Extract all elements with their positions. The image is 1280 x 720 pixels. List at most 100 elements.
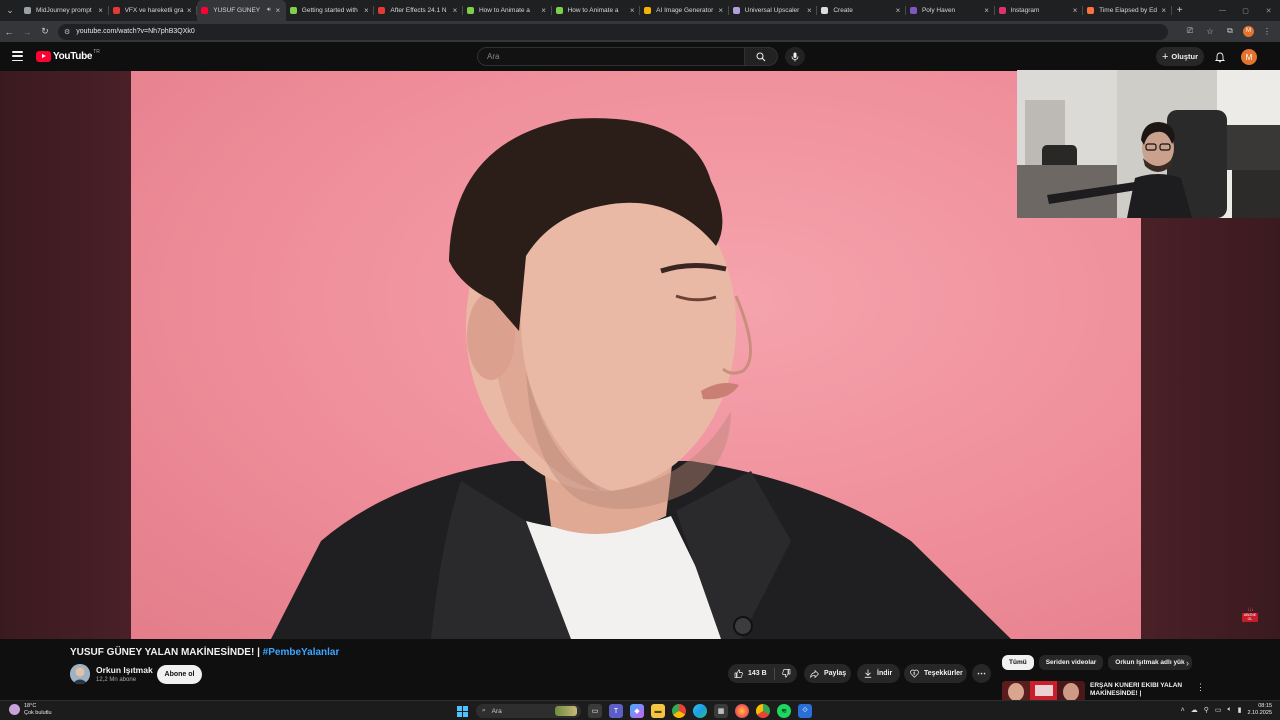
tab-close-icon[interactable]: × (894, 6, 902, 15)
taskbar-search-placeholder: Ara (491, 707, 502, 715)
browser-menu-icon[interactable]: ⋮ (1260, 23, 1274, 39)
video-title: YUSUF GÜNEY YALAN MAKİNESİNDE! | #PembeY… (70, 647, 339, 658)
search-input[interactable]: Ara (477, 47, 745, 66)
tab-close-icon[interactable]: × (362, 6, 370, 15)
tray-overflow-icon[interactable]: ˄ (1181, 707, 1185, 714)
tab-close-icon[interactable]: × (717, 6, 725, 15)
profile-avatar[interactable]: M (1243, 25, 1254, 37)
tab-close-icon[interactable]: × (274, 6, 282, 15)
spotify-icon[interactable]: ≋ (777, 704, 791, 718)
related-filter-chips: Tümü Seriden videolar Orkun Işıtmak adlı y… (1002, 655, 1192, 670)
filter-chip[interactable]: Seriden videolar (1038, 655, 1104, 670)
bookmark-star-icon[interactable]: ☆ (1203, 23, 1217, 39)
search-highlight-image (555, 706, 577, 716)
subscribe-button[interactable]: Abone ol (157, 665, 202, 684)
youtube-logo[interactable]: YouTube TR (36, 49, 100, 62)
chevron-right-icon[interactable]: › (1186, 658, 1189, 668)
weather-widget[interactable]: 18°C Çok bulutlu (9, 703, 52, 716)
browser-tab[interactable]: YUSUF GÜNEY 🔊︎ × (197, 0, 286, 21)
tab-title: Create (833, 7, 853, 14)
channel-avatar[interactable] (70, 664, 90, 684)
tab-close-icon[interactable]: × (97, 6, 105, 15)
tab-close-icon[interactable]: × (805, 6, 813, 15)
notifications-bell-icon[interactable] (1213, 50, 1227, 64)
browser-tab[interactable]: Poly Haven × (906, 0, 995, 21)
download-button[interactable]: İndir (857, 664, 900, 683)
volume-icon[interactable]: 🔈︎ (1227, 706, 1231, 714)
more-actions-button[interactable]: ⋯ (972, 664, 991, 683)
ambient-left (0, 71, 131, 639)
battery-icon[interactable]: ▮ (1238, 706, 1242, 714)
tab-search-chevron-icon[interactable]: ⌄ (0, 0, 20, 21)
browser-tab[interactable]: How to Animate a × (552, 0, 641, 21)
guide-menu-icon[interactable] (12, 51, 23, 61)
browser-tab[interactable]: AI Image Generator × (640, 0, 729, 21)
create-label: Oluştur (1171, 52, 1199, 61)
subscribe-watermark[interactable]: ↓↓↓ ABONE OL (1240, 607, 1260, 627)
browser-tab[interactable]: Instagram × (995, 0, 1084, 21)
new-tab-button[interactable]: + (1172, 5, 1188, 16)
tab-close-icon[interactable]: × (1071, 6, 1079, 15)
browser-tab[interactable]: VFX ve hareketli gra × (109, 0, 198, 21)
share-button[interactable]: Paylaş (804, 664, 851, 683)
extensions-icon[interactable]: ⧉ (1223, 23, 1237, 39)
tab-close-icon[interactable]: × (185, 6, 193, 15)
close-window-icon[interactable]: ✕ (1257, 0, 1280, 21)
firefox-icon[interactable] (735, 704, 749, 718)
browser-tab[interactable]: Getting started with × (286, 0, 375, 21)
recommended-thumbnail[interactable] (1002, 681, 1085, 700)
copilot-icon[interactable]: ◆ (630, 704, 644, 718)
monitor-icon[interactable]: ▭ (1215, 706, 1222, 714)
thumbs-up-icon (734, 669, 743, 678)
vpn-app-icon[interactable]: ⟐ (798, 704, 812, 718)
browser-tab[interactable]: Create × (817, 0, 906, 21)
reload-icon[interactable]: ↻ (36, 21, 54, 42)
create-button[interactable]: + Oluştur (1156, 47, 1204, 66)
tab-close-icon[interactable]: × (628, 6, 636, 15)
address-bar[interactable]: ⚙ youtube.com/watch?v=Nh7phB3QXk0 (58, 23, 1168, 40)
dislike-button[interactable] (775, 669, 797, 678)
chrome-icon[interactable] (672, 704, 686, 718)
like-button[interactable]: 143 B (728, 667, 775, 680)
thanks-button[interactable]: $ Teşekkürler (904, 664, 967, 683)
forward-icon[interactable]: → (18, 21, 36, 42)
chrome-canary-icon[interactable] (756, 704, 770, 718)
edge-icon[interactable] (693, 704, 707, 718)
file-explorer-icon[interactable]: ▬ (651, 704, 665, 718)
like-count: 143 B (748, 670, 767, 677)
minimize-icon[interactable]: — (1211, 0, 1234, 21)
filter-chip[interactable]: Tümü (1002, 655, 1034, 670)
onedrive-icon[interactable]: ☁ (1191, 706, 1198, 714)
tab-audio-icon[interactable]: 🔊︎ (267, 7, 271, 14)
recommended-title[interactable]: ERŞAN KUNERİ EKİBİ YALAN MAKİNESİNDE! | (1090, 682, 1186, 700)
browser-tab[interactable]: After Effects 24.1 N × (374, 0, 463, 21)
browser-tab[interactable]: MidJourney prompt × (20, 0, 109, 21)
account-avatar[interactable]: M (1241, 49, 1257, 65)
back-icon[interactable]: ← (0, 21, 18, 42)
browser-tab[interactable]: Time Elapsed by Ed × (1083, 0, 1172, 21)
task-view-icon[interactable]: ▭ (588, 704, 602, 718)
video-frame[interactable] (131, 71, 1141, 639)
tab-close-icon[interactable]: × (983, 6, 991, 15)
clock[interactable]: 08:15 2.10.2025 (1248, 703, 1272, 717)
channel-name[interactable]: Orkun Işıtmak (96, 665, 153, 675)
browser-tab[interactable]: Universal Upscaler × (729, 0, 818, 21)
calculator-icon[interactable]: ▦ (714, 704, 728, 718)
voice-search-button[interactable] (785, 47, 805, 66)
taskbar-search[interactable]: ⌕ Ara (476, 704, 581, 718)
hashtag-link[interactable]: #PembeYalanlar (263, 647, 340, 658)
search-button[interactable] (745, 47, 778, 66)
cast-icon[interactable]: ⎚ (1183, 23, 1197, 39)
teams-icon[interactable]: T (609, 704, 623, 718)
tab-close-icon[interactable]: × (540, 6, 548, 15)
kebab-menu-icon[interactable]: ⋮ (1196, 682, 1205, 693)
maximize-icon[interactable]: ▢ (1234, 0, 1257, 21)
tab-close-icon[interactable]: × (451, 6, 459, 15)
super-thanks-icon: $ (910, 669, 919, 678)
browser-tab[interactable]: How to Animate a × (463, 0, 552, 21)
windows-start-icon[interactable] (455, 704, 469, 718)
tab-close-icon[interactable]: × (1160, 6, 1168, 15)
filter-chip[interactable]: Orkun Işıtmak adlı yük (1108, 655, 1192, 670)
tray-app-icon[interactable]: ⚲ (1204, 706, 1209, 714)
site-info-icon[interactable]: ⚙ (64, 28, 70, 36)
